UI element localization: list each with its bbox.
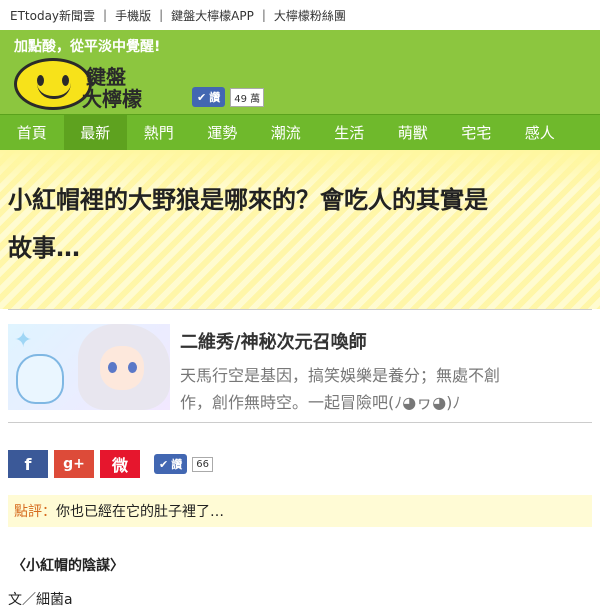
site-header: 加點酸，從平淡中覺醒! 鍵盤 大檸檬 xyxy=(0,30,600,114)
article-byline: 文／細菌a xyxy=(8,592,73,608)
author-name[interactable]: 二維秀/神秘次元召喚師 xyxy=(180,328,592,354)
nav-life[interactable]: 生活 xyxy=(318,115,382,150)
author-description: 天馬行空是基因，搞笑娛樂是養分；無處不創 作，創作無時空。一起冒險吧(ﾉ◕ヮ◕)… xyxy=(180,362,592,416)
site-logo-text[interactable]: 鍵盤 大檸檬 xyxy=(82,65,142,110)
article-like-button[interactable]: ✔ 讚 xyxy=(154,454,188,474)
separator: | xyxy=(103,8,108,22)
check-icon: ✔ xyxy=(197,90,207,104)
link-app[interactable]: 鍵盤大檸檬APP xyxy=(171,7,254,24)
nav-cute[interactable]: 萌獸 xyxy=(381,115,445,150)
check-icon: ✔ xyxy=(159,457,169,471)
googleplus-icon: g+ xyxy=(63,456,85,472)
link-mobile[interactable]: 手機版 xyxy=(115,7,151,24)
site-slogan: 加點酸，從平淡中覺醒! xyxy=(14,39,161,55)
comment-text: 你也已經在它的肚子裡了… xyxy=(56,504,224,520)
logo-line2: 大檸檬 xyxy=(82,87,142,111)
nav-touching[interactable]: 感人 xyxy=(508,115,572,150)
nav-hot[interactable]: 熱門 xyxy=(127,115,191,150)
separator: | xyxy=(159,8,164,22)
logo-line1: 鍵盤 xyxy=(86,65,126,89)
nav-fortune[interactable]: 運勢 xyxy=(191,115,255,150)
link-fanpage[interactable]: 大檸檬粉絲團 xyxy=(274,7,346,24)
title-line1: 小紅帽裡的大野狼是哪來的？會吃人的其實是 xyxy=(8,186,488,214)
nav-trend[interactable]: 潮流 xyxy=(254,115,318,150)
header-like-box: ✔ 讚 49 萬 xyxy=(192,87,265,107)
sparkle-icon: ✦ xyxy=(14,328,33,353)
article-subhead: 〈小紅帽的陰謀〉 xyxy=(12,558,124,574)
article-like-count: 66 xyxy=(192,456,213,472)
nav-latest[interactable]: 最新 xyxy=(63,115,127,150)
author-desc-line2: 作，創作無時空。一起冒險吧(ﾉ◕ヮ◕)ﾉ xyxy=(180,393,461,412)
editor-comment: 點評：你也已經在它的肚子裡了… xyxy=(8,495,592,527)
share-bar: f g+ 微 ✔ 讚 66 xyxy=(0,423,600,481)
title-area: 小紅帽裡的大野狼是哪來的？會吃人的其實是 故事… xyxy=(0,150,600,309)
mascot-figure xyxy=(16,354,64,404)
facebook-icon: f xyxy=(24,454,32,474)
like-button[interactable]: ✔ 讚 xyxy=(192,87,226,107)
link-ettoday[interactable]: ETtoday新聞雲 xyxy=(10,7,95,24)
like-count: 49 萬 xyxy=(230,87,265,107)
title-line2: 故事… xyxy=(8,234,80,262)
comment-label: 點評： xyxy=(14,504,56,520)
like-label: 讚 xyxy=(171,458,183,471)
nav-home[interactable]: 首頁 xyxy=(0,115,64,150)
article-like-box: ✔ 讚 66 xyxy=(154,454,213,474)
lemon-logo-icon[interactable] xyxy=(14,58,92,110)
weibo-share-button[interactable]: 微 xyxy=(100,450,140,478)
nav-otaku[interactable]: 宅宅 xyxy=(445,115,509,150)
weibo-icon: 微 xyxy=(111,456,128,475)
author-desc-line1: 天馬行空是基因，搞笑娛樂是養分；無處不創 xyxy=(180,366,501,385)
googleplus-share-button[interactable]: g+ xyxy=(54,450,94,478)
author-avatar[interactable]: ✦ xyxy=(8,324,170,410)
separator: | xyxy=(261,8,266,22)
article-title: 小紅帽裡的大野狼是哪來的？會吃人的其實是 故事… xyxy=(8,158,594,272)
facebook-share-button[interactable]: f xyxy=(8,450,48,478)
author-card: ✦ 二維秀/神秘次元召喚師 天馬行空是基因，搞笑娛樂是養分；無處不創 作，創作無… xyxy=(0,310,600,422)
top-link-bar: ETtoday新聞雲 | 手機版 | 鍵盤大檸檬APP | 大檸檬粉絲團 xyxy=(0,0,600,30)
main-nav: 首頁 最新 熱門 運勢 潮流 生活 萌獸 宅宅 感人 xyxy=(0,114,600,150)
like-label: 讚 xyxy=(209,91,221,104)
